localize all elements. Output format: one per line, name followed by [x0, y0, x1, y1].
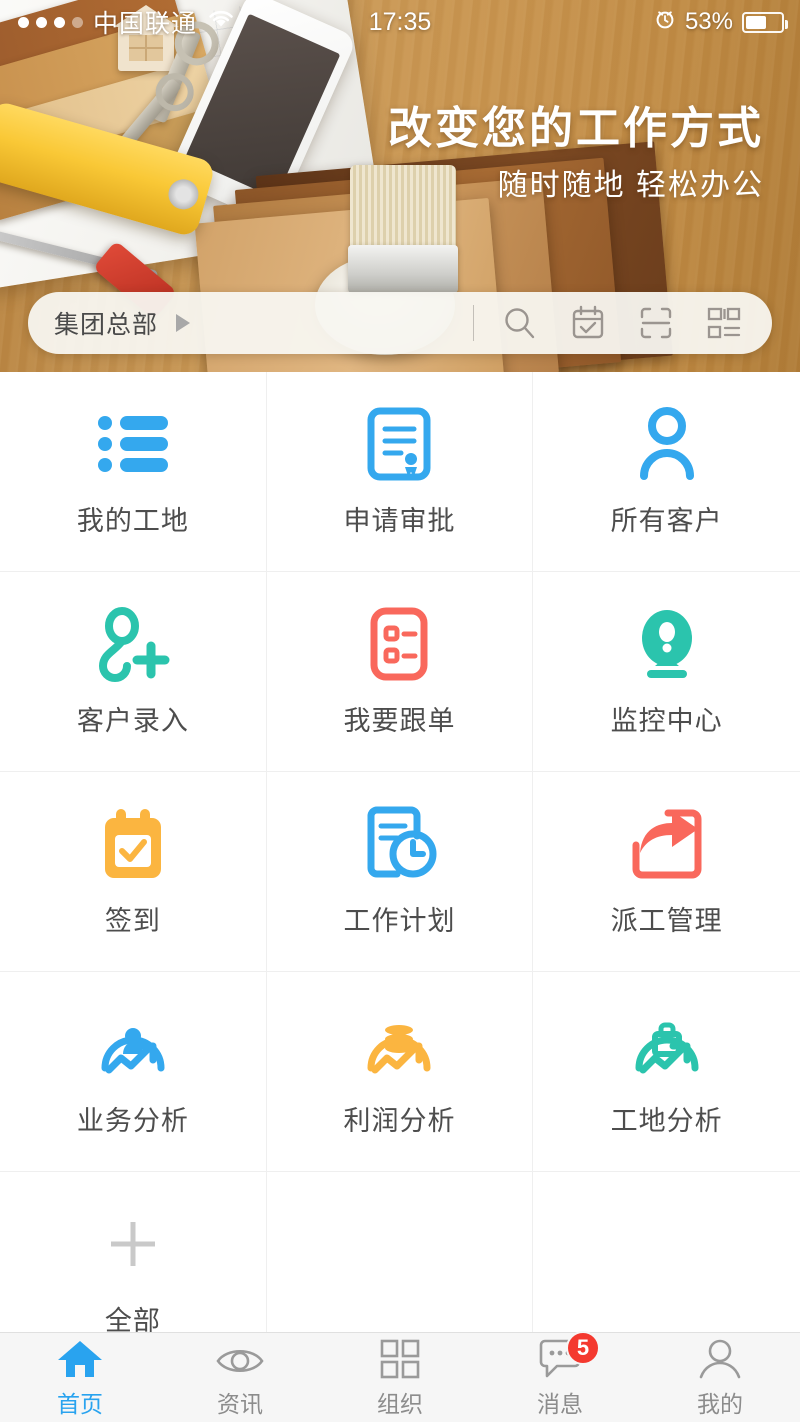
chevron-right-icon[interactable] [176, 314, 191, 332]
calendar-check-filled-icon [100, 805, 166, 883]
app-tile-all[interactable]: 全部 [0, 1172, 267, 1332]
message-badge: 5 [566, 1330, 600, 1365]
app-tile-monitor-center[interactable]: 监控中心 [533, 572, 800, 772]
signal-strength-icon [18, 16, 83, 28]
tab-mine[interactable]: 我的 [640, 1333, 800, 1422]
chat-bubble-icon: 5 [537, 1330, 600, 1379]
grid-list-icon[interactable] [704, 303, 744, 343]
tab-organization[interactable]: 组织 [320, 1333, 480, 1422]
paint-brush-bristles [350, 165, 456, 251]
hero-title: 改变您的工作方式 [388, 104, 764, 153]
scan-icon[interactable] [636, 303, 676, 343]
app-tile-site-analytics[interactable]: 工地分析 [533, 972, 800, 1172]
app-tile-label: 签到 [104, 906, 161, 936]
app-tile-label: 工作计划 [343, 906, 456, 936]
status-bar-left: 中国联通 [18, 4, 235, 40]
home-icon [57, 1337, 103, 1379]
app-tile-all-customers[interactable]: 所有客户 [533, 372, 800, 572]
camera-monitor-icon [631, 605, 703, 683]
coins-analytics-icon [361, 1005, 437, 1083]
battery-icon [742, 11, 788, 33]
app-tile-add-customer[interactable]: 客户录入 [0, 572, 267, 772]
app-tile-label: 全部 [104, 1306, 161, 1332]
calendar-check-icon[interactable] [568, 303, 608, 343]
alarm-clock-icon [654, 8, 676, 37]
briefcase-analytics-icon [629, 1005, 705, 1083]
tab-label: 消息 [537, 1390, 583, 1417]
org-search-bar[interactable]: 集团总部 [28, 292, 772, 354]
app-tile-dispatch[interactable]: 派工管理 [533, 772, 800, 972]
app-grid-empty-cell [533, 1172, 800, 1332]
document-clock-icon [361, 805, 437, 883]
app-tile-label: 利润分析 [343, 1106, 456, 1136]
eye-icon [215, 1337, 265, 1379]
search-icon[interactable] [500, 303, 540, 343]
divider [473, 305, 474, 341]
status-bar-right: 53% [654, 8, 788, 37]
paint-brush-ferrule [348, 245, 458, 293]
app-tile-approval[interactable]: 申请审批 [266, 372, 534, 572]
app-tile-label: 监控中心 [610, 706, 723, 736]
tab-messages[interactable]: 5 消息 [480, 1330, 640, 1422]
share-arrow-icon [630, 805, 704, 883]
carrier-label: 中国联通 [93, 10, 198, 38]
hero-subtitle: 随时随地 轻松办公 [497, 169, 764, 202]
wifi-icon [207, 8, 235, 36]
app-tile-follow-order[interactable]: 我要跟单 [266, 572, 534, 772]
app-tile-my-sites[interactable]: 我的工地 [0, 372, 267, 572]
app-tile-profit-analytics[interactable]: 利润分析 [266, 972, 534, 1172]
checklist-icon [370, 605, 428, 683]
person-outline-icon [698, 1337, 742, 1379]
tab-news[interactable]: 资讯 [160, 1333, 320, 1422]
user-icon [636, 405, 698, 483]
tab-label: 我的 [697, 1390, 743, 1417]
user-add-icon [95, 605, 171, 683]
app-tile-label: 客户录入 [76, 706, 189, 736]
app-tile-label: 业务分析 [76, 1106, 189, 1136]
list-bullets-icon [96, 405, 170, 483]
app-grid: 我的工地 申请审批 所有客户 客户录入 我要跟单 监控中心 签到 工作计划 派工… [0, 372, 800, 1332]
bottom-tab-bar: 首页 资讯 组织 5 消息 我的 [0, 1330, 800, 1422]
app-tile-business-analytics[interactable]: 业务分析 [0, 972, 267, 1172]
app-tile-label: 我的工地 [76, 506, 189, 536]
battery-percent-label: 53% [684, 8, 733, 35]
app-tile-work-plan[interactable]: 工作计划 [266, 772, 534, 972]
grid-squares-icon [380, 1337, 420, 1379]
tab-label: 资讯 [217, 1390, 263, 1417]
tab-label: 首页 [57, 1390, 103, 1417]
status-bar-clock: 17:35 [368, 7, 432, 36]
app-grid-empty-cell [266, 1172, 534, 1332]
user-analytics-icon [95, 1005, 171, 1083]
app-tile-checkin[interactable]: 签到 [0, 772, 267, 972]
app-tile-label: 我要跟单 [343, 706, 456, 736]
org-name-label[interactable]: 集团总部 [54, 305, 158, 341]
status-bar: 中国联通 17:35 53% [0, 0, 800, 44]
app-tile-label: 申请审批 [343, 506, 456, 536]
tab-home[interactable]: 首页 [0, 1333, 160, 1422]
app-tile-label: 工地分析 [610, 1106, 723, 1136]
plus-icon [101, 1205, 165, 1283]
tab-label: 组织 [377, 1390, 423, 1417]
app-tile-label: 派工管理 [610, 906, 723, 936]
app-tile-label: 所有客户 [610, 506, 723, 536]
document-approval-icon [367, 405, 431, 483]
